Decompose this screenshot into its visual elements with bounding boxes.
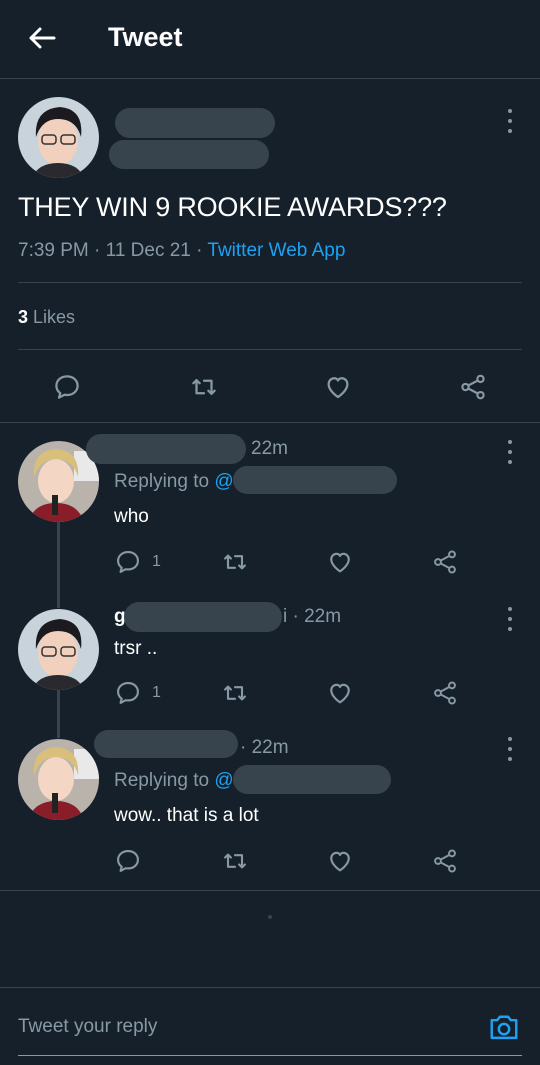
reply-text: wow.. that is a lot xyxy=(114,805,259,826)
like-button[interactable] xyxy=(323,846,357,876)
share-icon xyxy=(434,550,456,574)
reply-count: 1 xyxy=(152,553,161,570)
reply-name-redacted xyxy=(94,730,238,758)
reply-name-redacted xyxy=(86,434,246,464)
share-button[interactable] xyxy=(428,846,462,876)
replying-to-label: Replying to xyxy=(114,770,210,791)
reply-time: 22m xyxy=(251,438,288,459)
reply-icon xyxy=(117,682,139,704)
divider xyxy=(18,1055,522,1056)
retweet-button[interactable] xyxy=(184,370,224,404)
reply-button[interactable] xyxy=(114,846,142,876)
more-options-button[interactable] xyxy=(500,607,520,631)
camera-icon xyxy=(490,1015,518,1040)
share-button[interactable] xyxy=(453,370,493,404)
meta-separator: · xyxy=(94,240,101,261)
like-button[interactable] xyxy=(318,370,358,404)
likes-count[interactable]: 3 Likes xyxy=(18,307,75,328)
share-button[interactable] xyxy=(428,678,462,708)
like-button[interactable] xyxy=(323,547,357,577)
reply-count: 1 xyxy=(152,684,161,701)
heart-icon xyxy=(330,683,350,704)
share-button[interactable] xyxy=(428,547,462,577)
share-icon xyxy=(434,849,456,873)
reply-text: who xyxy=(114,506,149,527)
reply-name-redacted xyxy=(124,602,282,632)
tweet-meta: 7:39 PM · 11 Dec 21 · Twitter Web App xyxy=(18,240,345,262)
retweet-button[interactable] xyxy=(218,547,252,577)
replying-to: Replying to @ xyxy=(114,471,234,493)
share-icon xyxy=(434,681,456,705)
heart-icon xyxy=(330,851,350,872)
reply-time: i · 22m xyxy=(283,606,342,627)
mention-redacted xyxy=(233,765,391,794)
retweet-button[interactable] xyxy=(218,846,252,876)
divider xyxy=(0,987,540,988)
like-button[interactable] xyxy=(323,678,357,708)
retweet-icon xyxy=(224,853,246,869)
share-icon xyxy=(461,374,485,400)
camera-button[interactable] xyxy=(486,1010,522,1044)
mention-redacted xyxy=(233,466,397,494)
thread-line xyxy=(57,690,60,738)
retweet-button[interactable] xyxy=(218,678,252,708)
loading-dot xyxy=(268,915,272,919)
reply-input[interactable]: Tweet your reply xyxy=(18,1016,157,1038)
reply-button[interactable] xyxy=(47,370,87,404)
reply-icon xyxy=(117,850,139,872)
more-options-button[interactable] xyxy=(500,440,520,464)
tweet-source-link[interactable]: Twitter Web App xyxy=(207,240,345,261)
reply-icon xyxy=(117,551,139,573)
replying-to-mention[interactable]: @ xyxy=(214,471,233,492)
heart-icon xyxy=(327,377,349,399)
divider xyxy=(18,282,522,283)
reply-button[interactable]: 1 xyxy=(114,547,161,577)
app-header: Tweet xyxy=(0,0,540,79)
replying-to-mention[interactable]: @ xyxy=(214,770,233,791)
arrow-left-icon xyxy=(29,27,56,49)
author-avatar[interactable] xyxy=(18,97,99,178)
reply-icon xyxy=(55,375,79,399)
divider xyxy=(0,422,540,423)
replying-to-label: Replying to xyxy=(114,471,210,492)
reply-text: trsr .. xyxy=(114,638,158,659)
tweet-time: 7:39 PM xyxy=(18,240,89,261)
likes-number: 3 xyxy=(18,307,29,327)
meta-separator: · xyxy=(196,240,203,261)
tweet-text: THEY WIN 9 ROOKIE AWARDS??? xyxy=(18,192,447,222)
reply-button[interactable]: 1 xyxy=(114,678,161,708)
reply-time: · 22m xyxy=(240,737,289,758)
back-button[interactable] xyxy=(26,22,58,54)
likes-label: Likes xyxy=(33,307,76,327)
replying-to: Replying to @ xyxy=(114,770,234,792)
page-title: Tweet xyxy=(108,22,183,52)
thread-line xyxy=(57,522,60,608)
reply-avatar[interactable] xyxy=(18,739,99,820)
retweet-icon xyxy=(224,685,246,701)
heart-icon xyxy=(330,552,350,573)
reply-avatar[interactable] xyxy=(18,609,99,690)
author-handle-redacted xyxy=(109,140,269,169)
author-name-redacted xyxy=(115,108,275,138)
more-options-button[interactable] xyxy=(500,737,520,761)
tweet-date: 11 Dec 21 xyxy=(105,240,191,261)
more-options-button[interactable] xyxy=(500,109,520,133)
divider xyxy=(0,890,540,891)
retweet-icon xyxy=(192,379,216,395)
divider xyxy=(18,349,522,350)
retweet-icon xyxy=(224,554,246,570)
